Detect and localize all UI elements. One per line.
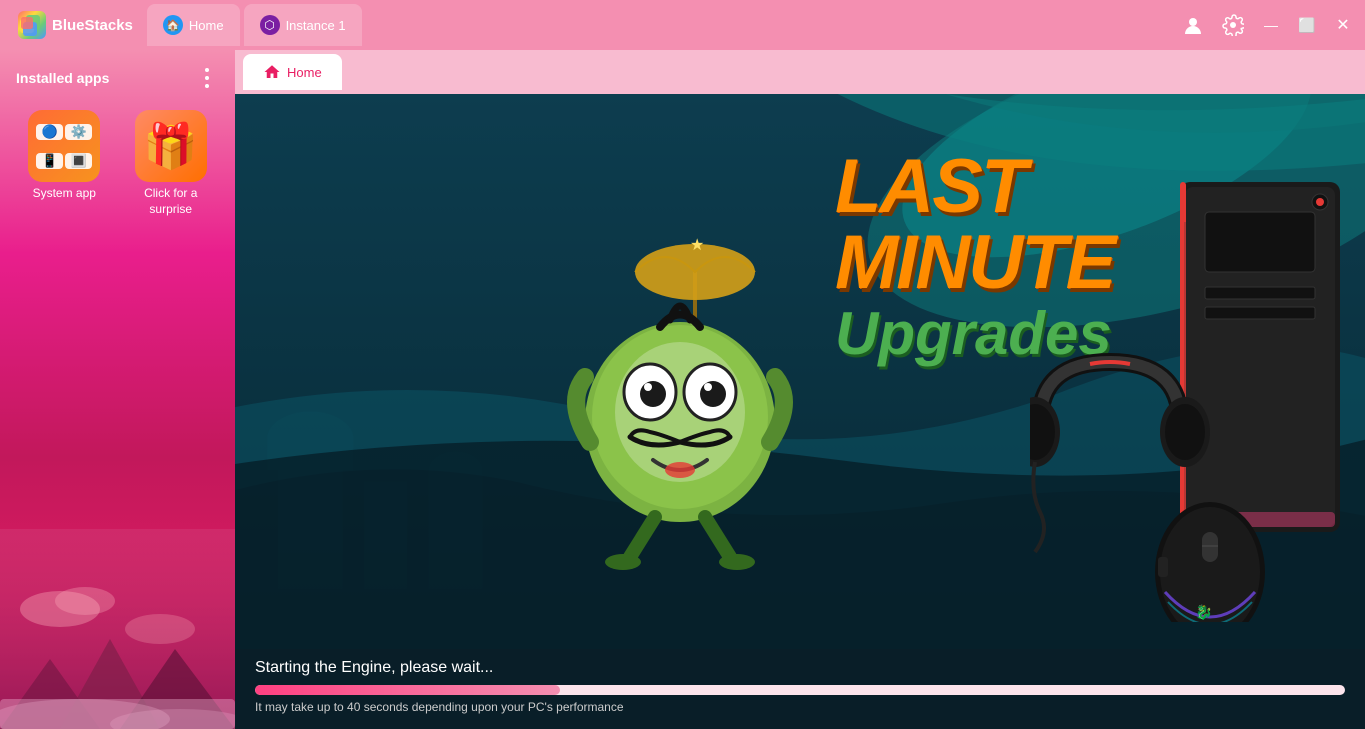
tab-instance1-icon: ⬡ bbox=[260, 15, 280, 35]
tab-home1[interactable]: 🏠 Home bbox=[147, 4, 240, 46]
progress-fill bbox=[255, 685, 560, 695]
app-name: BlueStacks bbox=[52, 17, 133, 34]
pc-setup-container: 🐉 bbox=[1025, 134, 1355, 649]
second-tabbar: Home bbox=[235, 50, 1365, 94]
surprise-app-label: Click for a surprise bbox=[123, 186, 220, 217]
sys-cell-4: 🔳 bbox=[65, 153, 92, 169]
sys-cell-2: ⚙️ bbox=[65, 124, 92, 140]
sys-cell-3: 📱 bbox=[36, 153, 63, 169]
banner-text: LAST MINUTE Upgrades bbox=[835, 149, 1025, 367]
settings-button[interactable] bbox=[1217, 9, 1249, 41]
app-item-system[interactable]: 🔵 ⚙️ 📱 🔳 System app bbox=[16, 110, 113, 217]
svg-text:🐉: 🐉 bbox=[1195, 604, 1212, 621]
maximize-button[interactable]: ⬜ bbox=[1293, 11, 1321, 39]
window-controls: — ⬜ ✕ bbox=[1177, 9, 1357, 41]
game-area[interactable]: ★ bbox=[235, 94, 1365, 729]
tab-home1-icon: 🏠 bbox=[163, 15, 183, 35]
avocado-character-svg: ★ bbox=[535, 202, 835, 582]
tab-instance1[interactable]: ⬡ Instance 1 bbox=[244, 4, 362, 46]
apps-grid: 🔵 ⚙️ 📱 🔳 System app 🎁 Click for a surpri… bbox=[0, 102, 235, 225]
status-note: It may take up to 40 seconds depending u… bbox=[255, 700, 1345, 714]
sidebar-header: Installed apps bbox=[0, 62, 235, 102]
banner-minute: MINUTE bbox=[835, 225, 1025, 301]
character-container: ★ bbox=[515, 134, 855, 649]
system-app-icon: 🔵 ⚙️ 📱 🔳 bbox=[28, 110, 100, 182]
status-bar: Starting the Engine, please wait... It m… bbox=[235, 649, 1365, 729]
profile-button[interactable] bbox=[1177, 9, 1209, 41]
title-bar: BlueStacks 🏠 Home ⬡ Instance 1 — ⬜ bbox=[0, 0, 1365, 50]
banner-last: LAST bbox=[835, 149, 1025, 225]
minimize-button[interactable]: — bbox=[1257, 11, 1285, 39]
tab-home1-label: Home bbox=[189, 18, 224, 33]
loading-text: Starting the Engine, please wait... bbox=[255, 659, 1345, 677]
home-tab-icon bbox=[263, 63, 281, 81]
installed-apps-label: Installed apps bbox=[16, 70, 109, 86]
surprise-app-icon: 🎁 bbox=[135, 110, 207, 182]
system-app-label: System app bbox=[33, 186, 96, 202]
pc-setup-svg: 🐉 bbox=[1030, 162, 1350, 622]
sidebar: Installed apps 🔵 ⚙️ 📱 🔳 System app 🎁 bbox=[0, 50, 235, 729]
app-item-surprise[interactable]: 🎁 Click for a surprise bbox=[123, 110, 220, 217]
bluestacks-logo-icon bbox=[18, 11, 46, 39]
sidebar-menu-button[interactable] bbox=[195, 66, 219, 90]
sidebar-bg-decoration bbox=[0, 529, 235, 729]
banner-upgrades: Upgrades bbox=[835, 301, 1025, 367]
app-logo: BlueStacks bbox=[8, 11, 143, 39]
progress-track bbox=[255, 685, 1345, 695]
tab-home-active[interactable]: Home bbox=[243, 54, 342, 90]
content-area: Home bbox=[235, 50, 1365, 729]
close-button[interactable]: ✕ bbox=[1329, 11, 1357, 39]
main-layout: Installed apps 🔵 ⚙️ 📱 🔳 System app 🎁 bbox=[0, 50, 1365, 729]
home-tab-label: Home bbox=[287, 65, 322, 80]
tab-instance1-label: Instance 1 bbox=[286, 18, 346, 33]
svg-text:★: ★ bbox=[690, 237, 704, 254]
sys-cell-1: 🔵 bbox=[36, 124, 63, 140]
